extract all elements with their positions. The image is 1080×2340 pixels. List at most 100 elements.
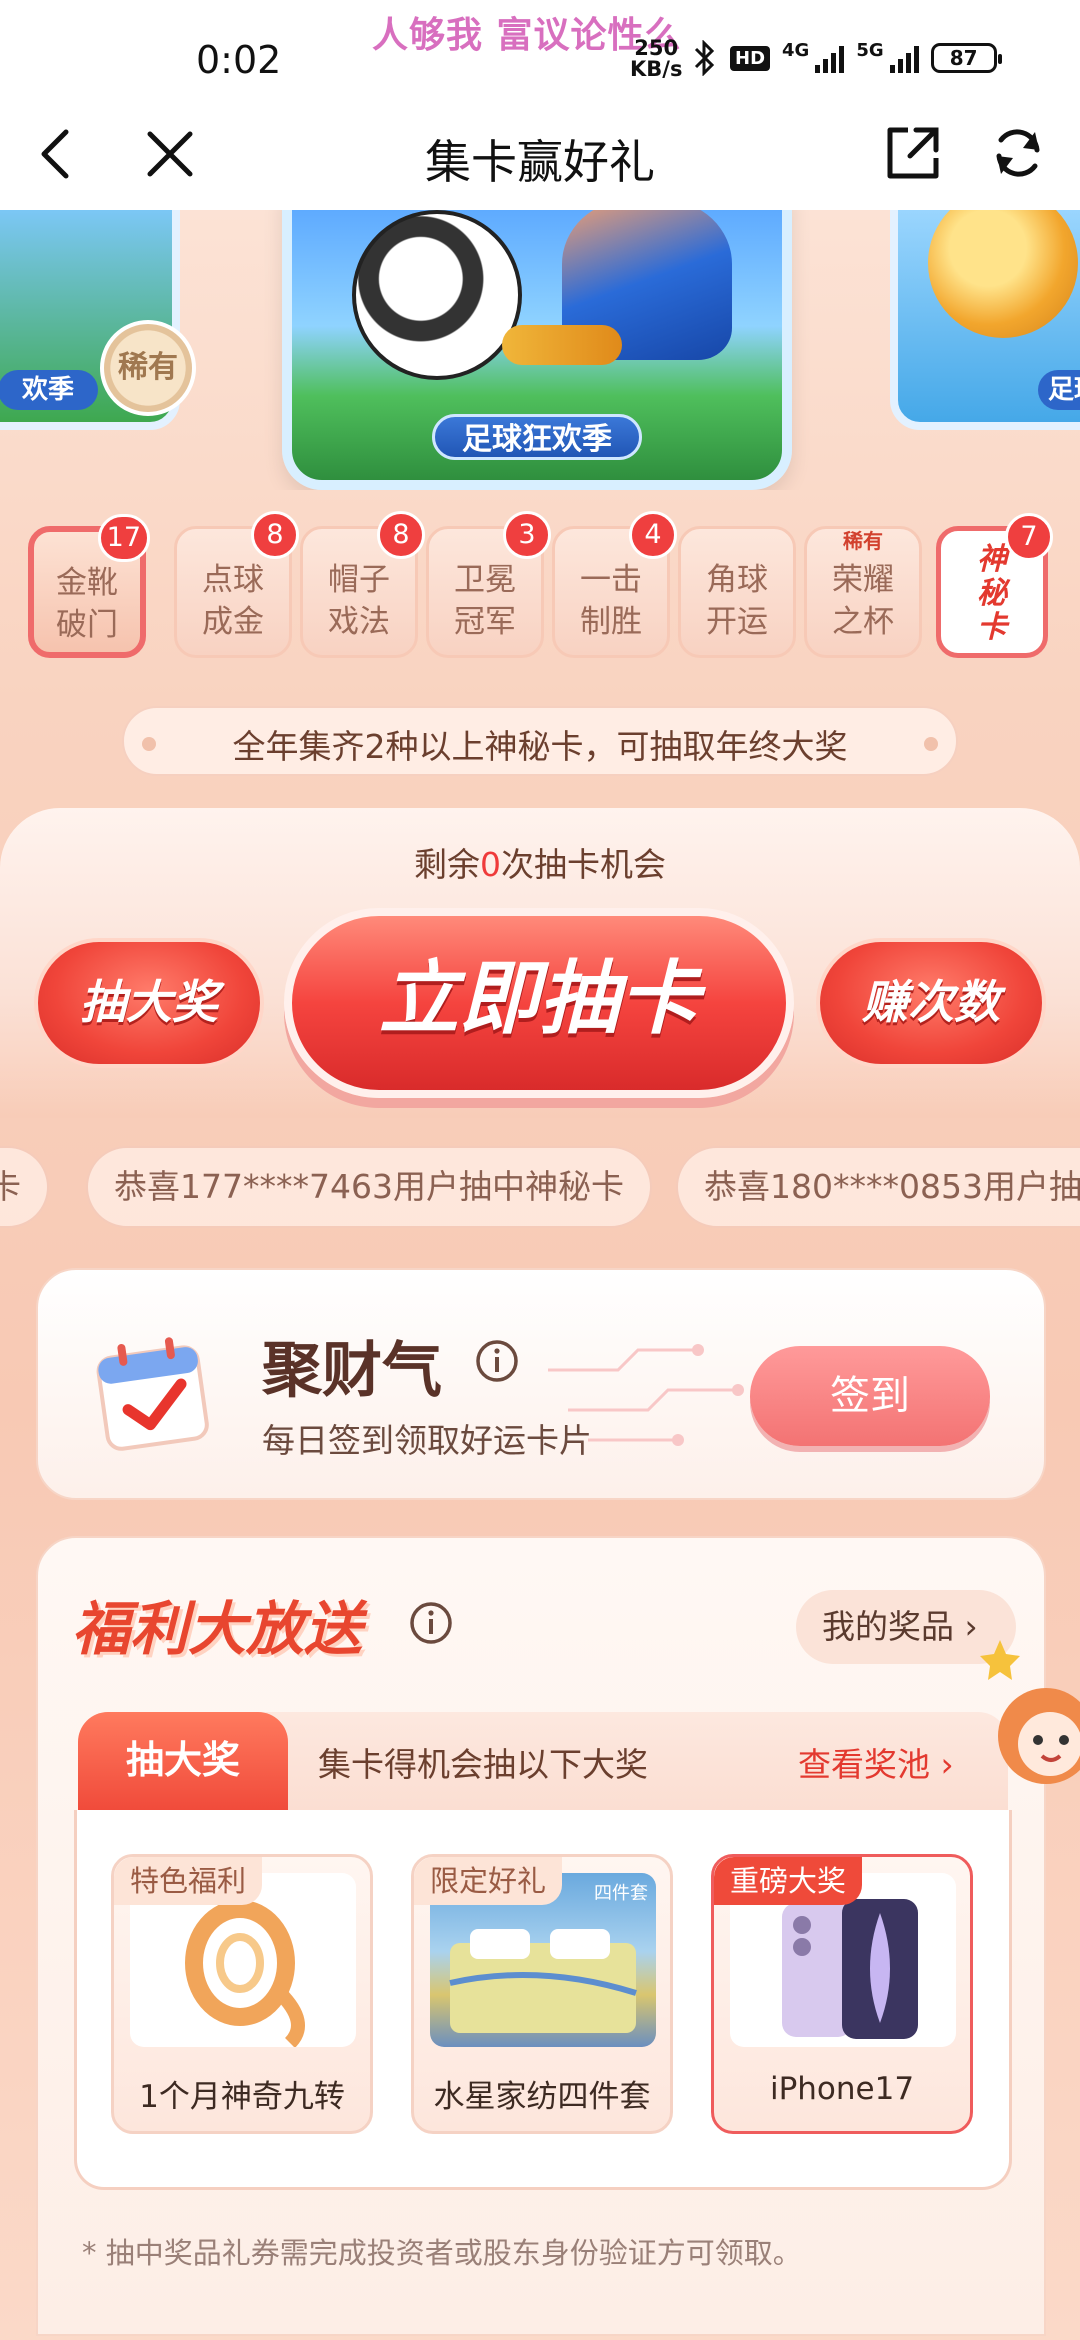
- bedding-label: 四件套: [594, 1883, 648, 1904]
- prize-item[interactable]: 四件套 限定好礼 水星家纺四件套: [411, 1854, 673, 2134]
- draw-panel: 剩余0次抽卡机会 抽大奖 立即抽卡 赚次数: [0, 808, 1080, 1118]
- card-tab-label-line1: 卫冕: [454, 562, 516, 598]
- remaining-suffix: 次抽卡机会: [501, 845, 666, 884]
- prize-tag: 限定好礼: [414, 1857, 563, 1905]
- card-tab-label-line2: 之杯: [832, 604, 894, 640]
- share-icon[interactable]: [880, 120, 946, 186]
- prize-tab-description: 集卡得机会抽以下大奖: [318, 1745, 648, 1784]
- refresh-icon[interactable]: [985, 120, 1051, 186]
- card-tab-label: 荣耀 之杯: [807, 559, 919, 643]
- network-speed-unit: KB/s: [630, 57, 683, 81]
- card-tab-corner-kick[interactable]: 角球 开运: [678, 526, 796, 658]
- rare-label: 稀有: [843, 529, 883, 553]
- card-tab-glory-cup[interactable]: 稀有 荣耀 之杯: [804, 526, 922, 658]
- card-main-label: 足球狂欢季: [432, 414, 642, 460]
- footnote: * 抽中奖品礼券需完成投资者或股东身份验证方可领取。: [82, 2236, 802, 2270]
- sign-in-title: 聚财气: [262, 1336, 442, 1406]
- info-icon[interactable]: [408, 1600, 454, 1646]
- card-tab-label-line2: 破门: [56, 607, 118, 643]
- card-tabs: 金靴破门 17 点球成金 8 帽子戏法 8 卫冕冠军 3 一击制胜 4 角球 开运…: [28, 510, 1058, 670]
- golden-boot-image: [502, 325, 622, 365]
- sign-in-button[interactable]: 签到: [750, 1346, 990, 1446]
- sign-in-card: 聚财气 每日签到领取好运卡片 签到: [36, 1268, 1046, 1500]
- status-time: 0:02: [196, 38, 282, 82]
- prize-list: 特色福利 1个月神奇九转 四件套 限定好礼 水星家纺四件套 重磅大奖 iPhon…: [74, 1810, 1012, 2190]
- prize-item[interactable]: 重磅大奖 iPhone17: [711, 1854, 973, 2134]
- signal-icon: [815, 43, 845, 73]
- nav-bar: 集卡赢好礼: [0, 100, 1080, 210]
- signal-icon: [889, 43, 919, 73]
- card-tab-label-line2: 制胜: [580, 604, 642, 640]
- card-count-badge: 17: [97, 514, 150, 562]
- earn-chances-button[interactable]: 赚次数: [816, 938, 1046, 1068]
- mystery-label-char: 神: [977, 542, 1007, 577]
- prize-tab-bar: 抽大奖 集卡得机会抽以下大奖 查看奖池 ›: [78, 1712, 1008, 1812]
- prize-item[interactable]: 特色福利 1个月神奇九转: [111, 1854, 373, 2134]
- welfare-title: 福利大放送: [72, 1595, 363, 1663]
- info-icon[interactable]: [474, 1338, 520, 1384]
- mystery-label-char: 秘: [977, 576, 1007, 611]
- card-tab-defending-champion[interactable]: 卫冕冠军 3: [426, 511, 551, 658]
- card-count-badge: 3: [503, 511, 551, 559]
- network-speed: 250 KB/s: [630, 38, 682, 80]
- card-tab-label-line2: 冠军: [454, 604, 516, 640]
- soccer-ball-image: [352, 210, 522, 380]
- prize-name: iPhone17: [769, 2071, 915, 2107]
- notice-text: 全年集齐2种以上神秘卡，可抽取年终大奖: [232, 727, 848, 766]
- tab-grand-prize[interactable]: 抽大奖: [78, 1712, 288, 1812]
- view-prize-pool-link[interactable]: 查看奖池 ›: [798, 1738, 954, 1786]
- card-tab-label-line1: 金靴: [56, 565, 118, 601]
- card-tab-label-line1: 角球: [706, 562, 768, 598]
- card-tab-label-line1: 帽子: [328, 562, 390, 598]
- collect-card-main[interactable]: 足球狂欢季: [282, 210, 792, 490]
- card-tab-label-line1: 一击: [580, 562, 642, 598]
- network-speed-value: 250: [634, 36, 679, 60]
- prize-tag: 特色福利: [114, 1857, 263, 1905]
- rare-badge: 稀有: [100, 320, 196, 416]
- card-tab-label: 卫冕 冠军: [429, 559, 541, 643]
- card-tab-label: 角球 开运: [681, 559, 793, 643]
- ticker-item: 恭喜180****0853用户抽中神秘卡: [676, 1146, 1080, 1228]
- card-tab-label-line1: 点球: [202, 562, 264, 598]
- card-tab-winning-strike[interactable]: 一击制胜 4: [552, 511, 677, 658]
- card-carousel[interactable]: 欢季 稀有 足球狂欢季 足球: [0, 210, 1080, 490]
- card-count-badge: 8: [377, 511, 425, 559]
- battery-icon: 87: [930, 43, 1002, 73]
- card-left-label: 欢季: [0, 370, 98, 410]
- bluetooth-icon: [694, 40, 715, 76]
- card-tab-label-line2: 戏法: [328, 604, 390, 640]
- sign-in-subtitle: 每日签到领取好运卡片: [262, 1421, 592, 1460]
- card-tab-golden-boot[interactable]: 金靴破门 17: [28, 514, 150, 658]
- card-tab-label: 帽子 戏法: [303, 559, 415, 643]
- notice-banner: 全年集齐2种以上神秘卡，可抽取年终大奖: [122, 706, 958, 776]
- card-tab-label: 一击 制胜: [555, 559, 667, 643]
- card-count-badge: 4: [629, 511, 677, 559]
- decor-dot: [924, 737, 938, 751]
- collect-card-right[interactable]: 足球: [890, 210, 1080, 430]
- golden-ball-image: [928, 210, 1078, 338]
- winners-ticker: 卡 恭喜177****7463用户抽中神秘卡 恭喜180****0853用户抽中…: [0, 1142, 1080, 1232]
- calendar-check-icon: [96, 1337, 209, 1451]
- status-icons: HD 4G 5G 87: [690, 40, 1002, 76]
- draw-card-button[interactable]: 立即抽卡: [284, 908, 794, 1098]
- remaining-draws: 剩余0次抽卡机会: [0, 838, 1080, 886]
- card-tab-label: 金靴 破门: [34, 562, 140, 646]
- prize-tag: 重磅大奖: [714, 1857, 863, 1905]
- card-tab-mystery[interactable]: 神秘卡 7: [936, 513, 1053, 658]
- remaining-count: 0: [480, 845, 501, 884]
- card-tab-label: 点球 成金: [177, 559, 289, 643]
- draw-grand-prize-button[interactable]: 抽大奖: [34, 938, 264, 1068]
- card-tab-label-line2: 成金: [202, 604, 264, 640]
- mystery-label-char: 卡: [977, 610, 1007, 645]
- mascot-icon[interactable]: [980, 1640, 1080, 1810]
- prize-name: 1个月神奇九转: [139, 2079, 345, 2115]
- card-tab-label-line1: 荣耀: [832, 562, 894, 598]
- card-right-label: 足球: [1038, 370, 1080, 410]
- welfare-card: 福利大放送 我的奖品 › 抽大奖 集卡得机会抽以下大奖 查看奖池 › 特色福利 …: [36, 1536, 1046, 2336]
- card-tab-hat-trick[interactable]: 帽子戏法 8: [300, 511, 425, 658]
- ticker-item: 卡: [0, 1146, 49, 1228]
- prize-name: 水星家纺四件套: [433, 2079, 651, 2115]
- card-tab-penalty[interactable]: 点球 成金 8: [174, 511, 299, 658]
- remaining-prefix: 剩余: [414, 845, 480, 884]
- hd-voice-icon: HD: [730, 45, 771, 71]
